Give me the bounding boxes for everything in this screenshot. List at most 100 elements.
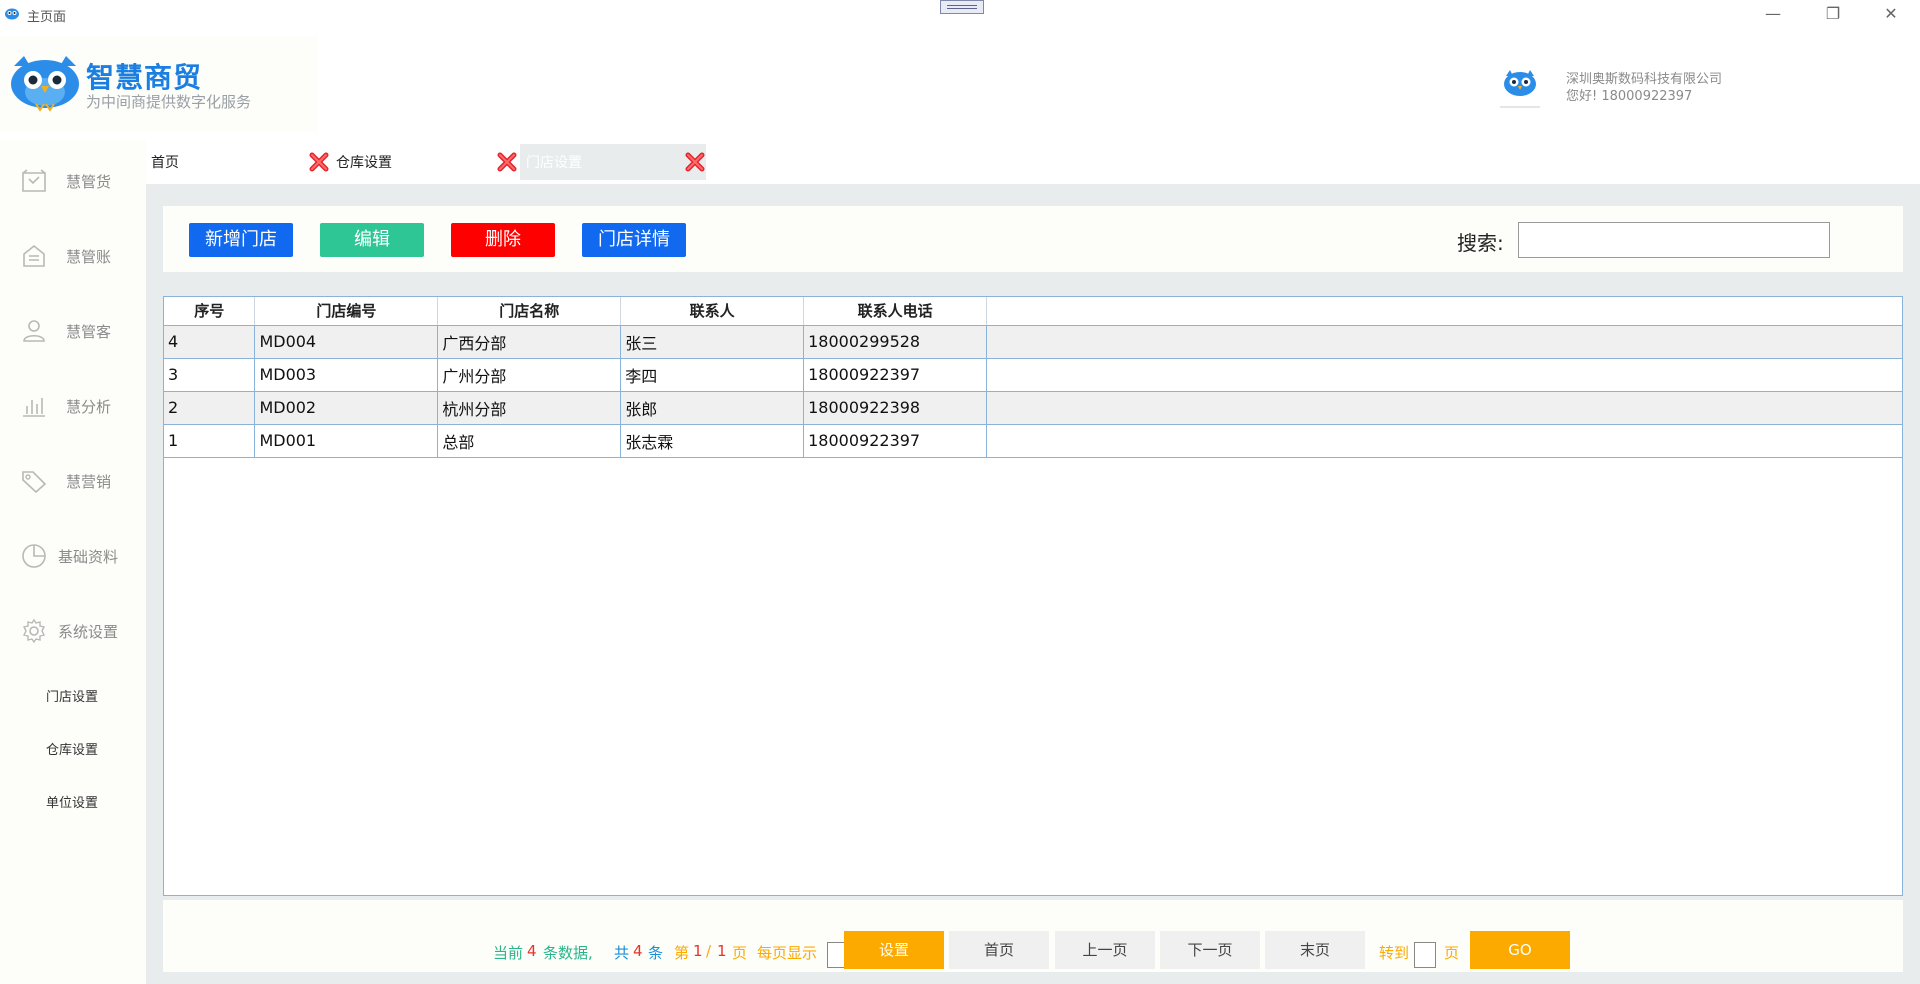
tab-close-prev[interactable] xyxy=(496,144,518,180)
sidebar: 慧管货 慧管账 慧管客 慧分析 慧营销 基础资料 系统设置 门店设置 仓库设置 … xyxy=(0,140,146,984)
table-cell: 广州分部 xyxy=(437,358,622,392)
go-button[interactable]: GO xyxy=(1470,931,1570,969)
table-cell: MD002 xyxy=(254,391,439,425)
pager-page-total: 1 xyxy=(717,942,727,960)
pager-total-count: 4 xyxy=(633,942,643,960)
sidebar-subitem-warehouse-settings[interactable]: 仓库设置 xyxy=(46,739,98,758)
close-tab-icon[interactable] xyxy=(496,151,518,173)
account-icon xyxy=(20,242,48,270)
tab-label: 仓库设置 xyxy=(336,155,392,171)
last-page-button[interactable]: 末页 xyxy=(1265,931,1365,969)
tab-label: 门店设置 xyxy=(526,155,582,171)
pager-total-prefix: 共 xyxy=(614,944,630,962)
restore-button[interactable]: ❐ xyxy=(1818,2,1848,26)
content-panel: 新增门店 编辑 删除 门店详情 搜索: 序号 门店编号 门店名称 联系人 联系人… xyxy=(146,184,1920,984)
next-page-button[interactable]: 下一页 xyxy=(1160,931,1260,969)
table-cell: 杭州分部 xyxy=(437,391,622,425)
brand-slogan: 为中间商提供数字化服务 xyxy=(86,93,252,111)
table-cell-filler xyxy=(986,391,1902,425)
close-tab-icon[interactable] xyxy=(308,151,330,173)
goto-page-input[interactable] xyxy=(1414,942,1436,968)
close-window-button[interactable]: ✕ xyxy=(1876,2,1906,26)
set-per-page-button[interactable]: 设置 xyxy=(844,931,944,969)
column-header[interactable]: 序号 xyxy=(164,297,256,326)
title-bar: 主页面 — ❐ ✕ xyxy=(0,0,1920,30)
avatar-owl-icon xyxy=(1504,70,1536,96)
tab-home[interactable]: 首页 xyxy=(151,144,179,180)
sidebar-item-label: 慧管货 xyxy=(66,172,112,191)
table-cell: 18000922397 xyxy=(803,358,988,392)
table-cell: 张三 xyxy=(620,325,805,359)
brand-name: 智慧商贸 xyxy=(86,61,203,94)
close-tab-icon[interactable] xyxy=(684,151,706,173)
column-header-filler xyxy=(986,297,1902,326)
tab-bar: 首页 仓库设置 门店设置 xyxy=(146,144,1920,184)
toolbar: 新增门店 编辑 删除 门店详情 搜索: xyxy=(163,206,1903,272)
store-detail-button[interactable]: 门店详情 xyxy=(582,223,686,257)
table-cell: MD004 xyxy=(254,325,439,359)
tab-warehouse-settings[interactable]: 仓库设置 xyxy=(308,144,392,180)
sidebar-item-account[interactable]: 慧管账 xyxy=(0,231,146,281)
table-cell: 3 xyxy=(164,358,256,392)
sidebar-subitem-store-settings[interactable]: 门店设置 xyxy=(46,686,98,705)
sidebar-item-customer[interactable]: 慧管客 xyxy=(0,306,146,356)
sidebar-item-label: 慧分析 xyxy=(66,397,112,416)
sidebar-item-label: 系统设置 xyxy=(58,622,119,641)
column-header[interactable]: 门店名称 xyxy=(437,297,622,326)
table-cell: 张郎 xyxy=(620,391,805,425)
tag-icon xyxy=(20,467,48,495)
sidebar-item-basic-data[interactable]: 基础资料 xyxy=(0,531,146,581)
prev-page-button[interactable]: 上一页 xyxy=(1055,931,1155,969)
window-title: 主页面 xyxy=(27,10,67,25)
owl-logo-icon xyxy=(11,56,79,112)
goto-unit: 页 xyxy=(1444,944,1460,962)
table-row[interactable]: 4 MD004 广西分部 张三 18000299528 xyxy=(164,325,1902,359)
pager-current-count: 4 xyxy=(527,942,537,960)
pager-current-prefix: 当前 xyxy=(493,944,524,962)
sidebar-item-label: 基础资料 xyxy=(58,547,119,566)
table-cell: 4 xyxy=(164,325,256,359)
customer-icon xyxy=(20,317,48,345)
column-header[interactable]: 联系人电话 xyxy=(803,297,988,326)
user-avatar[interactable] xyxy=(1500,62,1540,108)
column-header[interactable]: 联系人 xyxy=(620,297,805,326)
chart-icon xyxy=(20,392,48,420)
column-header[interactable]: 门店编号 xyxy=(254,297,439,326)
store-table: 序号 门店编号 门店名称 联系人 联系人电话 4 MD004 广西分部 张三 1… xyxy=(163,296,1903,896)
table-row[interactable]: 1 MD001 总部 张志霖 18000922397 xyxy=(164,424,1902,458)
search-input[interactable] xyxy=(1518,222,1830,258)
pager-page-separator: / xyxy=(706,942,712,960)
tab-store-settings[interactable]: 门店设置 xyxy=(520,144,706,180)
sidebar-item-label: 慧营销 xyxy=(66,472,112,491)
table-cell: MD001 xyxy=(254,424,439,458)
per-page-label: 每页显示 xyxy=(757,944,818,962)
edit-button[interactable]: 编辑 xyxy=(320,223,424,257)
drag-grip-icon[interactable] xyxy=(940,0,984,14)
gear-icon xyxy=(20,617,48,645)
pager-page-prefix: 第 xyxy=(674,944,690,962)
sidebar-item-system-settings[interactable]: 系统设置 xyxy=(0,606,146,656)
table-header-row: 序号 门店编号 门店名称 联系人 联系人电话 xyxy=(164,297,1902,326)
sidebar-item-label: 慧管账 xyxy=(66,247,112,266)
sidebar-item-goods[interactable]: 慧管货 xyxy=(0,156,146,206)
table-cell: 18000299528 xyxy=(803,325,988,359)
sidebar-item-marketing[interactable]: 慧营销 xyxy=(0,456,146,506)
minimize-button[interactable]: — xyxy=(1758,2,1788,26)
add-store-button[interactable]: 新增门店 xyxy=(189,223,293,257)
table-cell: 李四 xyxy=(620,358,805,392)
table-cell: 2 xyxy=(164,391,256,425)
sidebar-item-analysis[interactable]: 慧分析 xyxy=(0,381,146,431)
table-row[interactable]: 3 MD003 广州分部 李四 18000922397 xyxy=(164,358,1902,392)
table-cell: 广西分部 xyxy=(437,325,622,359)
delete-button[interactable]: 删除 xyxy=(451,223,555,257)
search-label: 搜索: xyxy=(1457,231,1504,255)
first-page-button[interactable]: 首页 xyxy=(949,931,1049,969)
table-cell: 张志霖 xyxy=(620,424,805,458)
pagination-bar: 当前 4 条数据, 共 4 条 第 1 / 1 页 每页显示 设置 首页 上一页… xyxy=(163,900,1903,972)
table-row[interactable]: 2 MD002 杭州分部 张郎 18000922398 xyxy=(164,391,1902,425)
pager-total-suffix: 条 xyxy=(648,944,664,962)
user-greeting: 您好! 18000922397 xyxy=(1566,89,1693,104)
pager-current-suffix: 条数据, xyxy=(543,944,593,962)
sidebar-subitem-unit-settings[interactable]: 单位设置 xyxy=(46,792,98,811)
table-cell: 18000922397 xyxy=(803,424,988,458)
